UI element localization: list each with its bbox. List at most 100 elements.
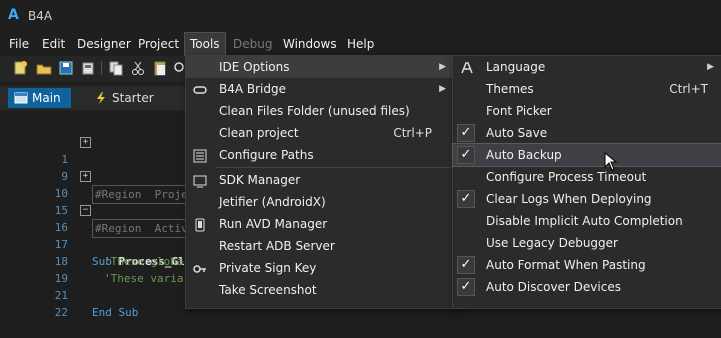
menu-project[interactable]: Project xyxy=(133,33,184,55)
menu-item-label: Font Picker xyxy=(486,104,552,118)
menu-item-auto-save[interactable]: ✓ Auto Save xyxy=(453,122,721,144)
avd-icon xyxy=(193,217,207,232)
menu-item-label: Themes xyxy=(486,82,534,96)
tab-main[interactable]: Main xyxy=(8,88,71,108)
menu-item-ide-options[interactable]: IDE Options ▶ xyxy=(186,56,454,78)
menu-help[interactable]: Help xyxy=(342,33,379,55)
language-icon xyxy=(460,60,474,74)
menu-item-label: Restart ADB Server xyxy=(219,239,335,253)
toolbar-separator xyxy=(101,61,102,75)
submenu-arrow-icon: ▶ xyxy=(439,84,446,94)
menu-item-label: Jetifier (AndroidX) xyxy=(219,195,326,209)
menu-item-font-picker[interactable]: Font Picker xyxy=(453,100,721,122)
menu-item-clean-files-folder[interactable]: Clean Files Folder (unused files) xyxy=(186,100,454,122)
menu-item-clean-project[interactable]: Clean project Ctrl+P xyxy=(186,122,454,144)
code-editor[interactable]: 1 + #Region Proje 9 10 + #Region Activ 1… xyxy=(0,112,191,319)
menu-item-label: IDE Options xyxy=(219,60,290,74)
sdk-icon xyxy=(193,173,207,188)
ide-options-menu: Language ▶ Themes Ctrl+T Font Picker ✓ A… xyxy=(452,55,721,309)
menu-item-auto-format-when-pasting[interactable]: ✓ Auto Format When Pasting xyxy=(453,254,721,276)
menu-item-label: SDK Manager xyxy=(219,173,301,187)
menu-item-take-screenshot[interactable]: Take Screenshot xyxy=(186,279,454,301)
menu-debug[interactable]: Debug xyxy=(228,33,277,55)
menu-item-auto-discover-devices[interactable]: ✓ Auto Discover Devices xyxy=(453,276,721,298)
menu-item-b4a-bridge[interactable]: B4A Bridge ▶ xyxy=(186,78,454,100)
menu-item-jetifier[interactable]: Jetifier (AndroidX) xyxy=(186,191,454,213)
menu-item-label: Run AVD Manager xyxy=(219,217,328,231)
save-all-icon[interactable] xyxy=(80,60,96,76)
bridge-icon xyxy=(193,82,207,96)
menu-item-label: Auto Save xyxy=(486,126,548,140)
tab-label: Starter xyxy=(112,91,154,105)
menu-item-label: Clean Files Folder (unused files) xyxy=(219,104,410,118)
menu-tools[interactable]: Tools xyxy=(184,32,226,56)
menu-item-label: Clear Logs When Deploying xyxy=(486,192,652,206)
menu-item-restart-adb-server[interactable]: Restart ADB Server xyxy=(186,235,454,257)
menu-item-use-legacy-debugger[interactable]: Use Legacy Debugger xyxy=(453,232,721,254)
menu-item-configure-paths[interactable]: Configure Paths xyxy=(186,144,454,166)
code-line: 16 − Sub Process_Gl xyxy=(0,202,190,268)
toolbar xyxy=(0,56,190,82)
key-icon xyxy=(193,261,207,275)
menu-item-run-avd-manager[interactable]: Run AVD Manager xyxy=(186,213,454,235)
menu-file[interactable]: File xyxy=(4,33,34,55)
expand-icon[interactable]: + xyxy=(80,171,91,182)
menu-item-label: Disable Implicit Auto Completion xyxy=(486,214,683,228)
checkmark-icon: ✓ xyxy=(457,256,475,274)
submenu-arrow-icon: ▶ xyxy=(439,62,446,72)
menu-item-label: Private Sign Key xyxy=(219,261,317,275)
menu-item-label: B4A Bridge xyxy=(219,82,287,96)
menu-item-private-sign-key[interactable]: Private Sign Key xyxy=(186,257,454,279)
menu-item-label: Language xyxy=(486,60,546,74)
paths-icon xyxy=(193,148,207,163)
checkmark-icon: ✓ xyxy=(457,124,475,142)
open-folder-icon[interactable] xyxy=(36,60,52,76)
menu-item-disable-implicit-auto-completion[interactable]: Disable Implicit Auto Completion xyxy=(453,210,721,232)
cut-icon[interactable] xyxy=(130,60,146,76)
menu-item-label: Configure Paths xyxy=(219,148,314,162)
tools-menu: IDE Options ▶ B4A Bridge ▶ Clean Files F… xyxy=(185,55,455,309)
tab-bar: Main Starter xyxy=(0,86,190,110)
save-icon[interactable] xyxy=(58,60,74,76)
tab-label: Main xyxy=(32,91,61,105)
menu-bar: File Edit Designer Project Tools Debug W… xyxy=(0,32,721,56)
menu-item-clear-logs-when-deploying[interactable]: ✓ Clear Logs When Deploying xyxy=(453,188,721,210)
code-line: 9 xyxy=(0,151,190,183)
shortcut-label: Ctrl+P xyxy=(393,126,432,140)
code-line: 19 xyxy=(0,253,190,285)
menu-item-sdk-manager[interactable]: SDK Manager xyxy=(186,169,454,191)
menu-item-label: Use Legacy Debugger xyxy=(486,236,618,250)
shortcut-label: Ctrl+T xyxy=(669,82,708,96)
copy-icon[interactable] xyxy=(108,60,124,76)
menu-item-label: Configure Process Timeout xyxy=(486,170,647,184)
code-line: 1 + #Region Proje xyxy=(0,134,191,204)
paste-icon[interactable] xyxy=(152,60,168,76)
menu-item-label: Clean project xyxy=(219,126,299,140)
checkmark-icon: ✓ xyxy=(457,190,475,208)
menu-designer[interactable]: Designer xyxy=(72,33,136,55)
menu-item-label: Auto Format When Pasting xyxy=(486,258,646,272)
menu-item-themes[interactable]: Themes Ctrl+T xyxy=(453,78,721,100)
submenu-arrow-icon: ▶ xyxy=(707,62,714,72)
code-line: 18 'These varia xyxy=(0,236,190,285)
code-line: 17 'These globa xyxy=(0,219,190,268)
new-project-icon[interactable] xyxy=(12,60,28,76)
title-bar: A B4A xyxy=(0,0,721,32)
expand-icon[interactable]: + xyxy=(80,137,91,148)
collapse-icon[interactable]: − xyxy=(80,205,91,216)
menu-item-label: Take Screenshot xyxy=(219,283,317,297)
menu-item-auto-backup[interactable]: ✓ Auto Backup xyxy=(452,143,721,167)
menu-edit[interactable]: Edit xyxy=(37,33,70,55)
code-line: 15 xyxy=(0,185,190,217)
menu-windows[interactable]: Windows xyxy=(278,33,342,55)
menu-item-language[interactable]: Language ▶ xyxy=(453,56,721,78)
mouse-cursor-icon xyxy=(604,151,618,172)
code-line: 21 End Sub xyxy=(0,270,190,319)
checkmark-icon: ✓ xyxy=(457,146,475,164)
service-icon xyxy=(94,91,108,105)
code-line: 22 xyxy=(0,287,190,319)
module-icon xyxy=(14,91,28,105)
menu-separator xyxy=(216,167,452,168)
menu-item-configure-process-timeout[interactable]: Configure Process Timeout xyxy=(453,166,721,188)
tab-starter[interactable]: Starter xyxy=(88,88,164,108)
